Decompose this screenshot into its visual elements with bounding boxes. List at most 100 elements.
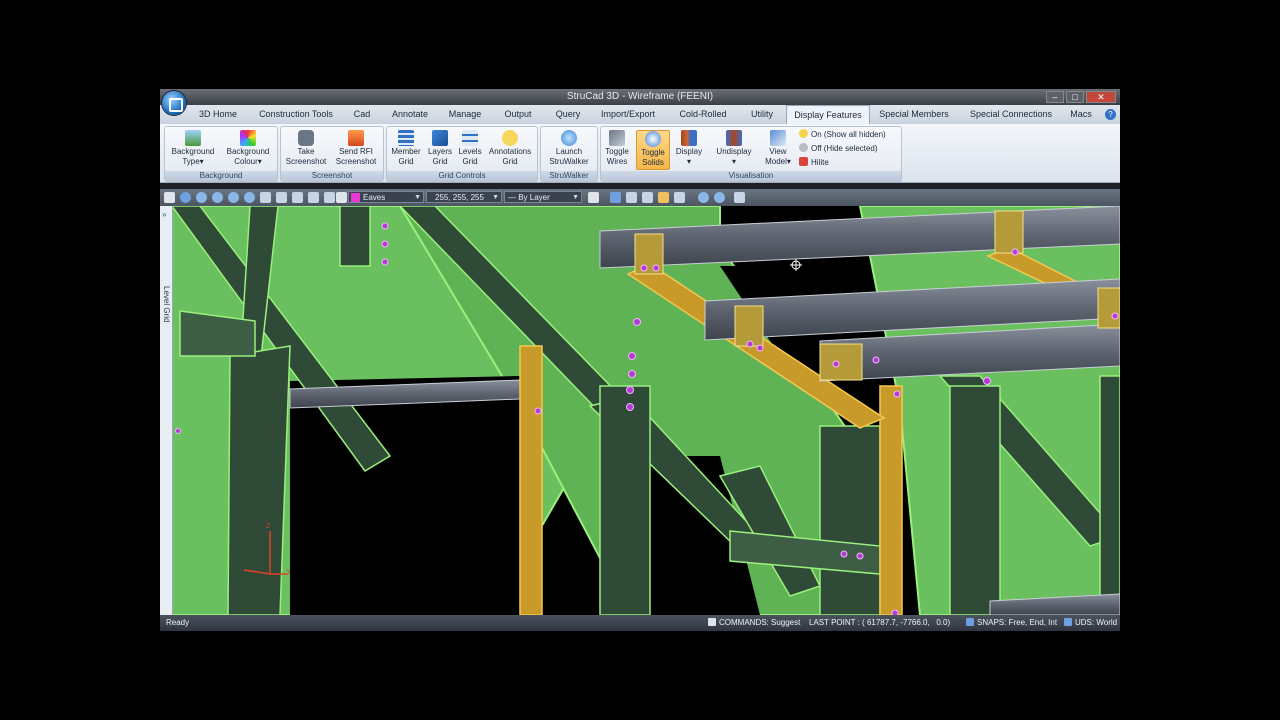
- cleat-2: [994, 210, 1024, 254]
- layers-icon[interactable]: [336, 192, 347, 203]
- level-grid-panel[interactable]: » Level Grid: [160, 206, 173, 615]
- snap-icon: [966, 618, 974, 626]
- member-grid-icon: [398, 130, 414, 146]
- launch-struwalker-button[interactable]: Launch StruWalker: [544, 130, 594, 168]
- walker-icon: [561, 130, 577, 146]
- cleat-3: [734, 305, 764, 347]
- commands-status[interactable]: COMMANDS: Suggest: [708, 615, 800, 631]
- chevron-down-icon: ▼: [572, 194, 579, 201]
- minimize-button[interactable]: –: [1046, 91, 1064, 103]
- column-mid-right: [819, 425, 881, 615]
- undo-icon[interactable]: [698, 192, 709, 203]
- zoom-in-icon[interactable]: [212, 192, 223, 203]
- tab-utility[interactable]: Utility: [740, 105, 784, 124]
- tab-3d-home[interactable]: 3D Home: [190, 105, 246, 124]
- display-button[interactable]: Display ▾: [669, 130, 709, 168]
- redo-icon[interactable]: [714, 192, 725, 203]
- snaps-status[interactable]: SNAPS: Free, End, Int: [966, 615, 1057, 631]
- zoom-icon[interactable]: [196, 192, 207, 203]
- bulb-on-icon: [799, 129, 808, 138]
- toggle-solids-button[interactable]: Toggle Solids: [636, 130, 670, 170]
- window-title: StruCad 3D - Wireframe (FEENI): [566, 91, 714, 102]
- tab-query[interactable]: Query: [546, 105, 590, 124]
- toggle-wires-button[interactable]: Toggle Wires: [595, 130, 639, 168]
- status-ready: Ready: [166, 618, 190, 627]
- group-visualisation: Toggle Wires Toggle Solids Display ▾ Und…: [600, 126, 902, 182]
- render-icon[interactable]: [610, 192, 621, 203]
- hilite-item[interactable]: Hilite: [799, 157, 829, 169]
- ucs-icon: [1064, 618, 1072, 626]
- hide-icon[interactable]: [642, 192, 653, 203]
- ribbon-panel: Background Type▾ Background Colour▾ Back…: [160, 124, 1120, 183]
- view-side-icon[interactable]: [324, 192, 335, 203]
- group-label-screenshot: Screenshot: [281, 171, 383, 181]
- group-label-grid-controls: Grid Controls: [387, 171, 537, 181]
- background-colour-button[interactable]: Background Colour▾: [223, 130, 273, 168]
- last-point-status: LAST POINT : ( 61787.7, -7766.0, 0.0): [809, 618, 951, 627]
- new-icon[interactable]: [164, 192, 175, 203]
- view-front-icon[interactable]: [276, 192, 287, 203]
- ucs-status[interactable]: UDS: World: [1064, 615, 1117, 631]
- undisplay-button[interactable]: Undisplay ▾: [711, 130, 757, 168]
- hide-selected-item[interactable]: Off (Hide selected): [799, 143, 878, 155]
- tab-special-members[interactable]: Special Members: [876, 105, 952, 124]
- cleat-5: [1097, 287, 1120, 329]
- annotations-grid-button[interactable]: Annotations Grid: [485, 130, 535, 168]
- group-label-background: Background: [165, 171, 277, 181]
- hilite-icon: [799, 157, 808, 166]
- snap-icon[interactable]: [658, 192, 669, 203]
- cleat-4: [819, 343, 863, 381]
- colour-dropdown[interactable]: 255, 255, 255 ▼: [426, 191, 502, 203]
- take-screenshot-button[interactable]: Take Screenshot: [281, 130, 331, 168]
- tab-import-export[interactable]: Import/Export: [598, 105, 658, 124]
- tab-macs[interactable]: Macs: [1066, 105, 1096, 124]
- column-far-right: [1099, 375, 1120, 615]
- grid-icon[interactable]: [674, 192, 685, 203]
- tab-manage[interactable]: Manage: [442, 105, 488, 124]
- orange-column: [519, 345, 543, 615]
- group-struwalker: Launch StruWalker StruWalker: [540, 126, 598, 182]
- app-logo-icon[interactable]: [162, 91, 186, 115]
- undisplay-icon: [726, 130, 742, 146]
- layer-colour-swatch: [351, 193, 360, 202]
- zoom-out-icon[interactable]: [228, 192, 239, 203]
- tab-cad[interactable]: Cad: [344, 105, 380, 124]
- column-top: [339, 206, 371, 267]
- properties-icon[interactable]: [588, 192, 599, 203]
- chevron-down-icon: ▼: [414, 194, 421, 201]
- model-viewport[interactable]: Z Y: [160, 206, 1120, 615]
- camera-icon: [298, 130, 314, 146]
- group-label-struwalker: StruWalker: [541, 171, 597, 181]
- view-model-button[interactable]: View Model▾: [758, 130, 798, 168]
- expand-arrow-icon[interactable]: »: [162, 210, 166, 219]
- tab-display-features[interactable]: Display Features: [786, 105, 870, 125]
- tab-cold-rolled[interactable]: Cold-Rolled: [672, 105, 734, 124]
- group-screenshot: Take Screenshot Send RFI Screenshot Scre…: [280, 126, 384, 182]
- rfi-icon: [348, 130, 364, 146]
- background-type-button[interactable]: Background Type▾: [168, 130, 218, 168]
- status-bar: Ready COMMANDS: Suggest LAST POINT : ( 6…: [160, 615, 1120, 631]
- orbit-icon[interactable]: [180, 192, 191, 203]
- view-model-icon: [770, 130, 786, 146]
- view-iso-icon[interactable]: [292, 192, 303, 203]
- tab-construction-tools[interactable]: Construction Tools: [256, 105, 336, 124]
- linetype-dropdown[interactable]: — By Layer ▼: [504, 191, 582, 203]
- title-bar: StruCad 3D - Wireframe (FEENI) – □ ✕: [160, 89, 1120, 105]
- tab-special-connections[interactable]: Special Connections: [968, 105, 1054, 124]
- zoom-window-icon[interactable]: [244, 192, 255, 203]
- tab-annotate[interactable]: Annotate: [386, 105, 434, 124]
- orange-column-right: [879, 385, 903, 615]
- help-icon[interactable]: ?: [1105, 109, 1116, 120]
- view-toolbar: Eaves ▼ 255, 255, 255 ▼ — By Layer ▼: [160, 189, 1120, 206]
- shade-icon[interactable]: [626, 192, 637, 203]
- select-icon[interactable]: [734, 192, 745, 203]
- tab-output[interactable]: Output: [496, 105, 540, 124]
- ribbon-tab-bar: 3D Home Construction Tools Cad Annotate …: [160, 105, 1120, 125]
- pan-icon[interactable]: [260, 192, 271, 203]
- send-rfi-screenshot-button[interactable]: Send RFI Screenshot: [331, 130, 381, 168]
- close-button[interactable]: ✕: [1086, 91, 1116, 103]
- maximize-button[interactable]: □: [1066, 91, 1084, 103]
- layer-dropdown[interactable]: Eaves ▼: [348, 191, 424, 203]
- view-top-icon[interactable]: [308, 192, 319, 203]
- show-all-hidden-item[interactable]: On (Show all hidden): [799, 129, 886, 141]
